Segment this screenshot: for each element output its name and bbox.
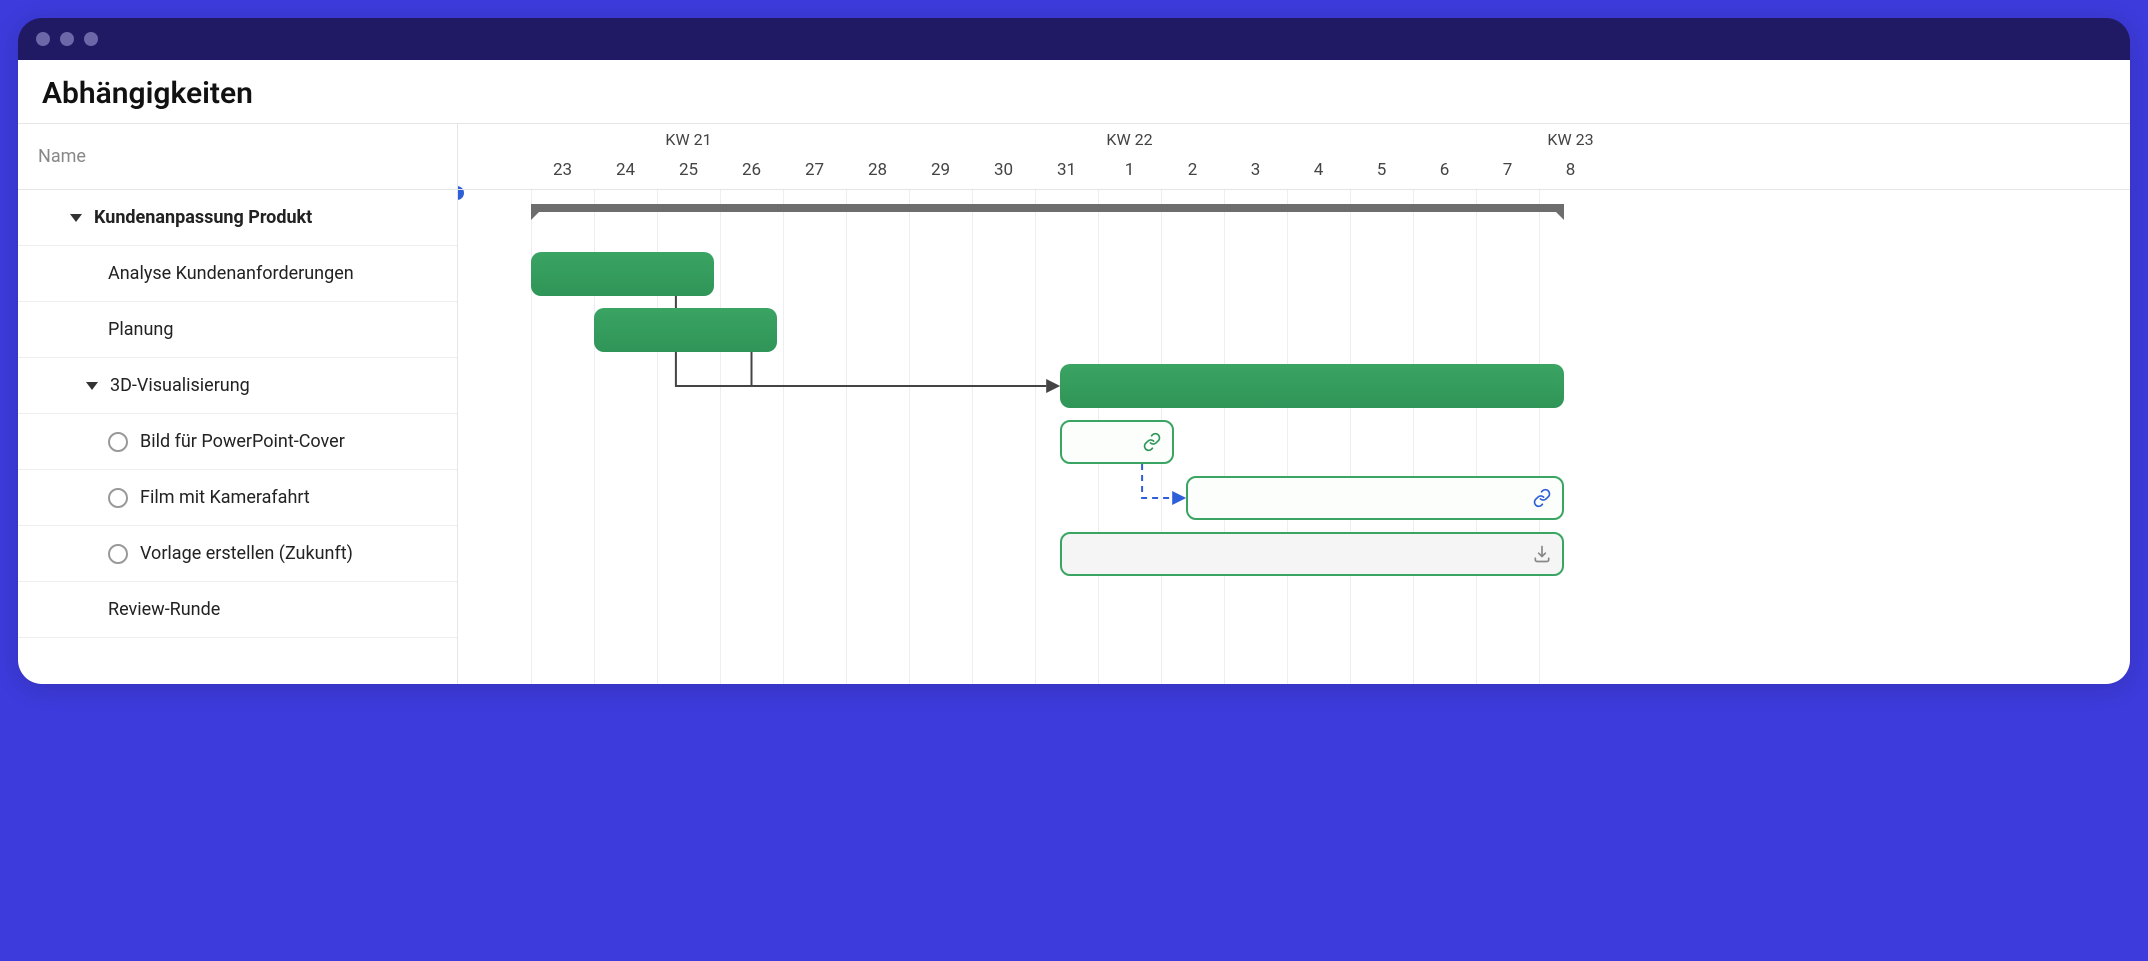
gantt-task-bar[interactable] bbox=[594, 308, 777, 352]
gantt-task-bar[interactable] bbox=[531, 252, 714, 296]
day-label: 23 bbox=[553, 160, 572, 180]
week-label: KW 22 bbox=[1106, 130, 1152, 149]
week-label: KW 21 bbox=[665, 130, 711, 149]
link-icon bbox=[1142, 432, 1162, 452]
gantt-task-outline[interactable] bbox=[1060, 420, 1173, 464]
traffic-light-close[interactable] bbox=[36, 32, 50, 46]
tree-row-label: Analyse Kundenanforderungen bbox=[108, 263, 354, 284]
day-label: 30 bbox=[994, 160, 1013, 180]
week-label: KW 23 bbox=[1547, 130, 1593, 149]
tree-row-label: Vorlage erstellen (Zukunft) bbox=[140, 543, 353, 564]
column-header-name: Name bbox=[18, 124, 457, 190]
gantt-task-bar[interactable] bbox=[1060, 364, 1564, 408]
tree-row-label: Kundenanpassung Produkt bbox=[94, 207, 312, 228]
tree-row-subtask[interactable]: Film mit Kamerafahrt bbox=[18, 470, 457, 526]
page-title: Abhängigkeiten bbox=[18, 60, 2130, 124]
status-circle-icon[interactable] bbox=[108, 544, 128, 564]
content-area: Name Kundenanpassung Produkt Analyse Kun… bbox=[18, 124, 2130, 684]
tree-row-group[interactable]: Kundenanpassung Produkt bbox=[18, 190, 457, 246]
status-circle-icon[interactable] bbox=[108, 488, 128, 508]
gantt-task-outline[interactable] bbox=[1186, 476, 1564, 520]
tree-row-label: Review-Runde bbox=[108, 599, 220, 620]
day-label: 27 bbox=[805, 160, 824, 180]
day-label: 7 bbox=[1503, 160, 1513, 180]
gantt-chart[interactable]: KW 21KW 22KW 23 232425262728293031123456… bbox=[458, 124, 2130, 684]
day-row: 23242526272829303112345678 bbox=[458, 154, 2130, 190]
day-label: 25 bbox=[679, 160, 698, 180]
day-label: 29 bbox=[931, 160, 950, 180]
status-circle-icon[interactable] bbox=[108, 432, 128, 452]
tree-row-label: Film mit Kamerafahrt bbox=[140, 487, 310, 508]
app-frame: Abhängigkeiten Name Kundenanpassung Prod… bbox=[18, 18, 2130, 684]
week-row: KW 21 KW 22 KW 23 bbox=[458, 124, 2130, 154]
traffic-light-minimize[interactable] bbox=[60, 32, 74, 46]
tree-row-group[interactable]: 3D-Visualisierung bbox=[18, 358, 457, 414]
tree-row-subtask[interactable]: Bild für PowerPoint-Cover bbox=[18, 414, 457, 470]
timeline-header: KW 21KW 22KW 23 232425262728293031123456… bbox=[458, 124, 2130, 190]
tree-row-label: Planung bbox=[108, 319, 173, 340]
day-label: 8 bbox=[1566, 160, 1576, 180]
download-icon bbox=[1532, 544, 1552, 564]
gantt-bars bbox=[458, 190, 2130, 684]
tree-row-label: 3D-Visualisierung bbox=[110, 375, 250, 396]
tree-row-subtask[interactable]: Vorlage erstellen (Zukunft) bbox=[18, 526, 457, 582]
tree-row-task[interactable]: Planung bbox=[18, 302, 457, 358]
day-label: 28 bbox=[868, 160, 887, 180]
day-label: 31 bbox=[1057, 160, 1076, 180]
day-label: 5 bbox=[1377, 160, 1387, 180]
day-label: 26 bbox=[742, 160, 761, 180]
task-sidebar: Name Kundenanpassung Produkt Analyse Kun… bbox=[18, 124, 458, 684]
chevron-down-icon[interactable] bbox=[70, 214, 82, 222]
day-label: 24 bbox=[616, 160, 635, 180]
gantt-task-outline[interactable] bbox=[1060, 532, 1564, 576]
day-label: 1 bbox=[1125, 160, 1135, 180]
tree-row-task[interactable]: Review-Runde bbox=[18, 582, 457, 638]
tree-row-task[interactable]: Analyse Kundenanforderungen bbox=[18, 246, 457, 302]
day-label: 4 bbox=[1314, 160, 1324, 180]
window-body: Abhängigkeiten Name Kundenanpassung Prod… bbox=[18, 60, 2130, 684]
chevron-down-icon[interactable] bbox=[86, 382, 98, 390]
tree-row-label: Bild für PowerPoint-Cover bbox=[140, 431, 345, 452]
day-label: 2 bbox=[1188, 160, 1198, 180]
day-label: 3 bbox=[1251, 160, 1261, 180]
day-label: 6 bbox=[1440, 160, 1450, 180]
traffic-light-zoom[interactable] bbox=[84, 32, 98, 46]
link-icon bbox=[1532, 488, 1552, 508]
window-titlebar bbox=[18, 18, 2130, 60]
gantt-summary-bar[interactable] bbox=[531, 204, 1564, 212]
